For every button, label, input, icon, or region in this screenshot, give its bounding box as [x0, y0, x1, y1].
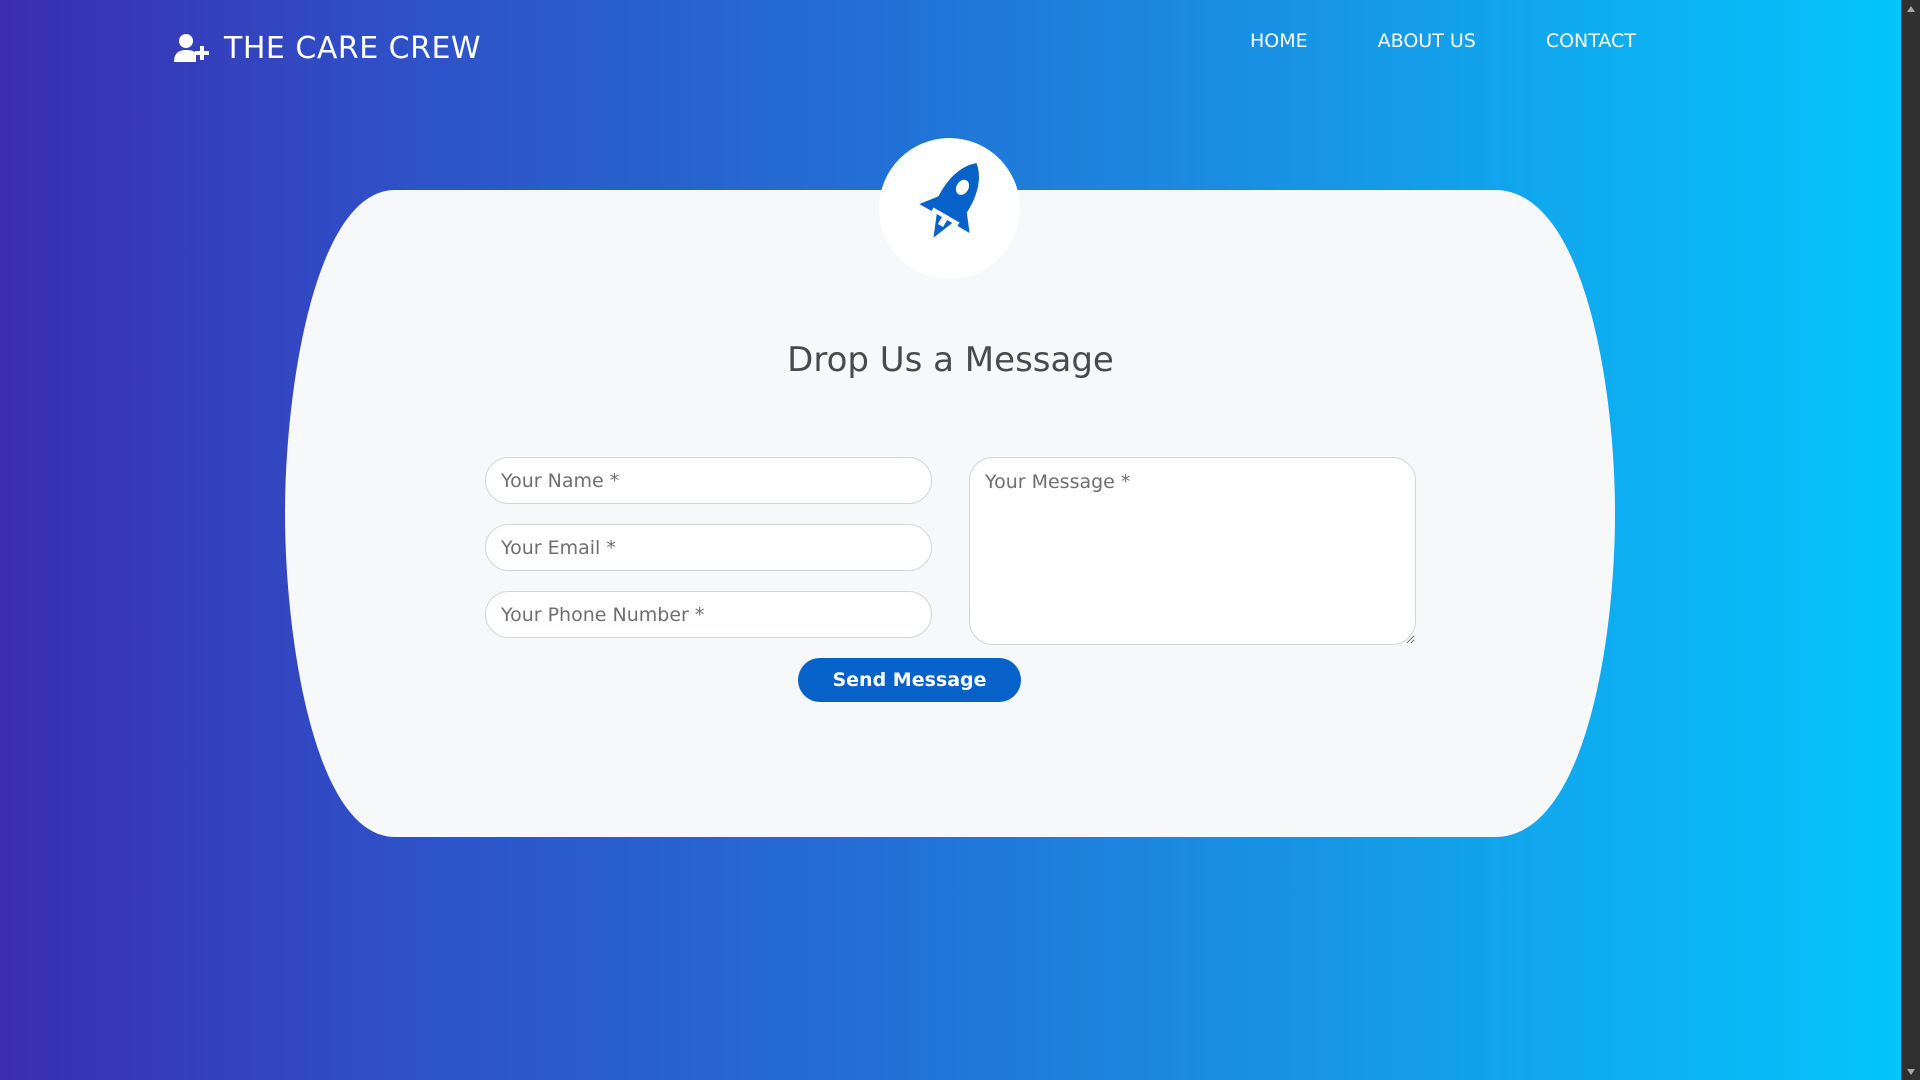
rocket-badge [879, 138, 1020, 279]
user-plus-icon [174, 34, 209, 62]
brand-name: THE CARE CREW [224, 30, 482, 66]
main-nav: HOME ABOUT US CONTACT [1250, 28, 1636, 54]
phone-input[interactable] [485, 591, 932, 638]
message-textarea[interactable] [969, 457, 1416, 645]
nav-about-us[interactable]: ABOUT US [1378, 28, 1476, 54]
rocket-icon [918, 162, 979, 238]
scrollbar-thumb[interactable] [1904, 17, 1917, 1063]
vertical-scrollbar[interactable] [1901, 0, 1920, 1080]
email-input[interactable] [485, 524, 932, 571]
nav-contact[interactable]: CONTACT [1546, 28, 1636, 54]
nav-home[interactable]: HOME [1250, 28, 1308, 54]
brand[interactable]: THE CARE CREW [174, 28, 481, 68]
scroll-down-icon[interactable] [1901, 1063, 1920, 1080]
page-background: THE CARE CREW HOME ABOUT US CONTACT Drop… [0, 0, 1901, 1080]
form-title: Drop Us a Message [787, 340, 1114, 380]
name-input[interactable] [485, 457, 932, 504]
scroll-up-icon[interactable] [1901, 0, 1920, 17]
send-message-button[interactable]: Send Message [798, 658, 1021, 702]
